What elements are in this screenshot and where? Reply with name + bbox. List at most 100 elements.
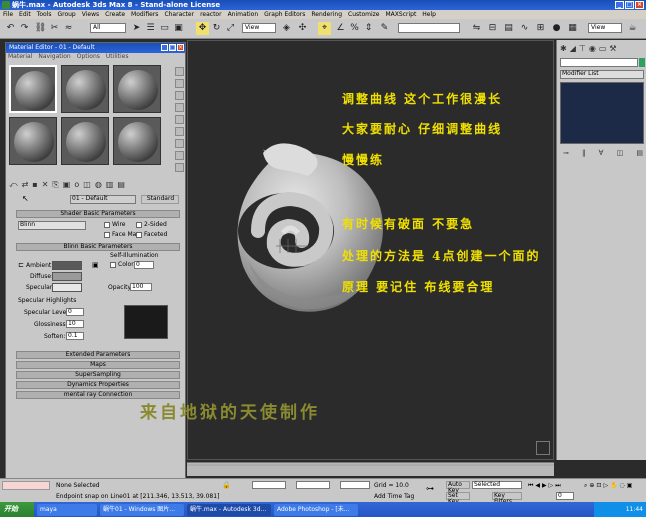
menu-edit[interactable]: Edit [19, 10, 31, 19]
menu-reactor[interactable]: reactor [200, 10, 222, 19]
modifier-list-select[interactable]: Modifier List [560, 70, 644, 79]
window-crossing-icon[interactable]: ▣ [172, 22, 185, 35]
hierarchy-tab-icon[interactable]: ⊤ [579, 44, 586, 54]
maps-rollout[interactable]: Maps [16, 361, 180, 369]
sample-type-icon[interactable] [175, 67, 184, 76]
options-icon[interactable] [175, 139, 184, 148]
go-to-parent-icon[interactable]: ▥ [106, 179, 114, 190]
display-tab-icon[interactable]: ▭ [599, 44, 607, 54]
go-to-start-icon[interactable]: ⏮ [528, 481, 533, 490]
soften-spinner[interactable]: 0.1 [66, 332, 84, 340]
select-by-material-icon[interactable] [175, 151, 184, 160]
rectangular-selection-icon[interactable]: ▭ [158, 22, 171, 35]
taskbar-item[interactable]: maya [37, 503, 97, 516]
two-sided-checkbox[interactable] [136, 222, 142, 228]
angle-snap-icon[interactable]: ∠ [334, 22, 347, 35]
schematic-view-icon[interactable]: ⊞ [534, 22, 547, 35]
sample-slot[interactable] [113, 117, 161, 165]
video-color-check-icon[interactable] [175, 115, 184, 124]
modify-tab-icon[interactable]: ◢ [570, 44, 576, 54]
selection-filter-select[interactable]: All [90, 23, 126, 33]
menu-modifiers[interactable]: Modifiers [131, 10, 158, 19]
menu-customize[interactable]: Customize [348, 10, 380, 19]
ambient-color-swatch[interactable] [52, 261, 82, 270]
object-name-field[interactable] [560, 58, 638, 67]
dynamics-properties-rollout[interactable]: Dynamics Properties [16, 381, 180, 389]
blinn-basic-rollout[interactable]: Blinn Basic Parameters [16, 243, 180, 251]
sample-slot[interactable] [9, 65, 57, 113]
pivot-center-icon[interactable]: ◈ [280, 22, 293, 35]
zoom-extents-icon[interactable]: ⊡ [596, 481, 601, 501]
select-object-icon[interactable]: ➤ [130, 22, 143, 35]
glossiness-spinner[interactable]: 10 [66, 320, 84, 328]
unlink-icon[interactable]: ✂ [48, 22, 61, 35]
next-frame-icon[interactable]: ▷ [549, 481, 554, 490]
percent-snap-icon[interactable]: % [348, 22, 361, 35]
reference-coordinate-select[interactable]: View [242, 23, 276, 33]
utilities-tab-icon[interactable]: ⚒ [609, 44, 616, 54]
object-color-swatch[interactable] [639, 58, 645, 67]
select-manipulate-icon[interactable]: ✣ [296, 22, 309, 35]
key-icon[interactable]: ⊶ [426, 485, 434, 493]
render-scene-icon[interactable]: ▦ [566, 22, 579, 35]
menu-character[interactable]: Character [164, 10, 194, 19]
z-coordinate-field[interactable] [340, 481, 370, 489]
material-type-button[interactable]: Standard [141, 195, 179, 204]
undo-icon[interactable]: ↶ [4, 22, 17, 35]
menu-tools[interactable]: Tools [37, 10, 52, 19]
select-rotate-icon[interactable]: ↻ [210, 22, 223, 35]
taskbar-item[interactable]: 蜗牛.max - Autodesk 3d... [187, 503, 271, 516]
mated-minimize-button[interactable]: _ [161, 44, 168, 51]
y-coordinate-field[interactable] [296, 481, 330, 489]
taskbar-item[interactable]: 蜗牛01 - Windows 图片... [100, 503, 184, 516]
opacity-spinner[interactable]: 100 [130, 283, 152, 291]
face-map-checkbox[interactable] [104, 232, 110, 238]
close-button[interactable]: × [635, 1, 644, 9]
mated-menu-utilities[interactable]: Utilities [106, 53, 129, 61]
minimize-button[interactable]: _ [615, 1, 624, 9]
pan-icon[interactable]: ✋ [610, 481, 617, 501]
select-scale-icon[interactable]: ⤢ [224, 22, 237, 35]
sample-slot[interactable] [113, 65, 161, 113]
make-unique-icon[interactable]: ∀ [599, 148, 604, 158]
zoom-all-icon[interactable]: ⊕ [589, 481, 594, 501]
get-material-icon[interactable]: ⤺ [9, 179, 18, 190]
pin-stack-icon[interactable]: ⊸ [563, 148, 569, 158]
start-button[interactable]: 开始 [0, 502, 34, 517]
configure-modifier-sets-icon[interactable]: ▤ [636, 148, 643, 158]
reset-map-icon[interactable]: ✕ [42, 179, 49, 190]
menu-maxscript[interactable]: MAXScript [386, 10, 417, 19]
add-time-tag-button[interactable]: Add Time Tag [374, 493, 414, 500]
shader-basic-rollout[interactable]: Shader Basic Parameters [16, 210, 180, 218]
create-tab-icon[interactable]: ✱ [560, 44, 567, 54]
make-preview-icon[interactable] [175, 127, 184, 136]
mirror-icon[interactable]: ⇋ [470, 22, 483, 35]
named-selection-sets-select[interactable] [398, 23, 460, 33]
menu-create[interactable]: Create [105, 10, 125, 19]
link-icon[interactable]: ⛓ [34, 22, 47, 35]
maxscript-listener-field[interactable] [2, 481, 50, 490]
menu-animation[interactable]: Animation [228, 10, 259, 19]
fov-icon[interactable]: ▷ [603, 481, 608, 501]
diffuse-color-swatch[interactable] [52, 272, 82, 281]
sample-slot[interactable] [9, 117, 57, 165]
supersampling-rollout[interactable]: SuperSampling [16, 371, 180, 379]
menu-help[interactable]: Help [422, 10, 436, 19]
play-icon[interactable]: ▶ [542, 481, 547, 490]
copy-material-icon[interactable]: ⎘ [52, 179, 58, 190]
self-illum-color-spinner[interactable]: 0 [134, 261, 154, 269]
menu-rendering[interactable]: Rendering [311, 10, 342, 19]
show-map-icon[interactable]: ◫ [83, 179, 91, 190]
curve-editor-icon[interactable]: ∿ [518, 22, 531, 35]
snap-toggle-icon[interactable]: ⌖ [318, 22, 331, 35]
quick-render-icon[interactable]: ☕ [626, 22, 639, 35]
select-move-icon[interactable]: ✥ [196, 22, 209, 35]
show-end-result-icon[interactable]: ◍ [95, 179, 102, 190]
menu-views[interactable]: Views [82, 10, 99, 19]
redo-icon[interactable]: ↷ [18, 22, 31, 35]
specular-level-spinner[interactable]: 0 [66, 308, 84, 316]
put-to-scene-icon[interactable]: ⇄ [22, 179, 29, 190]
sample-uv-tiling-icon[interactable] [175, 103, 184, 112]
mated-menu-material[interactable]: Material [8, 53, 32, 61]
material-effects-icon[interactable]: o [74, 179, 79, 190]
